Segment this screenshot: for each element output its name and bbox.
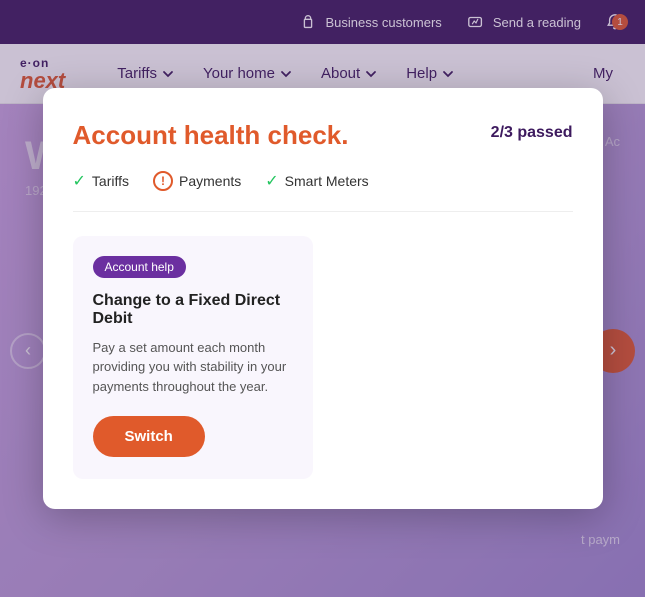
action-card: Account help Change to a Fixed Direct De… — [73, 236, 313, 480]
check-tariffs: ✓ Tariffs — [73, 171, 130, 191]
check-payments-label: Payments — [179, 173, 241, 189]
check-smart-meters-label: Smart Meters — [285, 173, 369, 189]
health-check-modal: Account health check. 2/3 passed ✓ Tarif… — [43, 88, 603, 510]
modal-header: Account health check. 2/3 passed — [73, 120, 573, 151]
check-ok-icon: ✓ — [73, 171, 86, 191]
modal-checks: ✓ Tariffs ! Payments ✓ Smart Meters — [73, 171, 573, 212]
switch-button[interactable]: Switch — [93, 416, 205, 457]
check-ok-icon-2: ✓ — [265, 171, 278, 191]
modal-title: Account health check. — [73, 120, 349, 151]
card-title: Change to a Fixed Direct Debit — [93, 292, 293, 328]
modal-passed: 2/3 passed — [491, 124, 573, 142]
card-description: Pay a set amount each month providing yo… — [93, 338, 293, 397]
modal-overlay: Account health check. 2/3 passed ✓ Tarif… — [0, 0, 645, 597]
check-warn-icon: ! — [153, 171, 173, 191]
check-payments: ! Payments — [153, 171, 241, 191]
check-tariffs-label: Tariffs — [92, 173, 129, 189]
check-smart-meters: ✓ Smart Meters — [265, 171, 368, 191]
card-badge: Account help — [93, 256, 186, 278]
